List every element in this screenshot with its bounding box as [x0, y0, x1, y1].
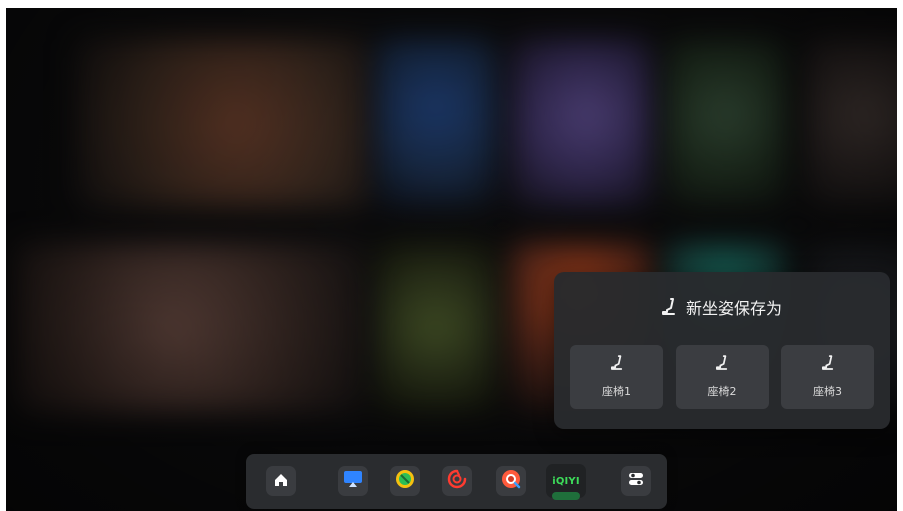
seat-2-label: 座椅2: [707, 385, 737, 398]
home-button[interactable]: [266, 466, 296, 496]
music-app-button[interactable]: [442, 466, 472, 496]
seat-2-button[interactable]: 座椅2: [675, 345, 769, 409]
red-app-button[interactable]: [496, 466, 526, 496]
green-app-button[interactable]: [390, 466, 420, 496]
cast-icon: [343, 470, 363, 492]
screen-cast-button[interactable]: [338, 466, 368, 496]
bottom-dock: iQIYI: [246, 454, 667, 509]
iqiyi-subbadge: [552, 492, 580, 500]
home-icon: [274, 472, 288, 491]
seat-icon: [661, 298, 676, 316]
panel-title: 新坐姿保存为: [685, 299, 782, 318]
toggle-icon: [627, 470, 645, 492]
panel-header: 新坐姿保存为: [554, 294, 890, 320]
seat-save-panel: 新坐姿保存为 座椅1 座椅2 座椅3: [554, 272, 890, 429]
red-app-icon: [501, 469, 521, 493]
car-screen: 新坐姿保存为 座椅1 座椅2 座椅3 iQIYI: [6, 8, 897, 511]
seat-3-button[interactable]: 座椅3: [781, 345, 874, 409]
music-app-icon: [447, 469, 467, 493]
seat-icon: [821, 355, 834, 371]
seat-icon: [610, 355, 623, 371]
seat-3-label: 座椅3: [813, 385, 842, 398]
seat-button-group: 座椅1 座椅2 座椅3: [570, 345, 874, 409]
green-app-icon: [395, 469, 415, 493]
iqiyi-button[interactable]: iQIYI: [546, 464, 586, 500]
seat-1-button[interactable]: 座椅1: [570, 345, 663, 409]
seat-icon: [716, 355, 728, 371]
background-vignette: [6, 8, 897, 511]
iqiyi-icon: iQIYI: [552, 475, 580, 487]
seat-1-label: 座椅1: [602, 385, 631, 398]
toggle-settings-button[interactable]: [621, 466, 651, 496]
